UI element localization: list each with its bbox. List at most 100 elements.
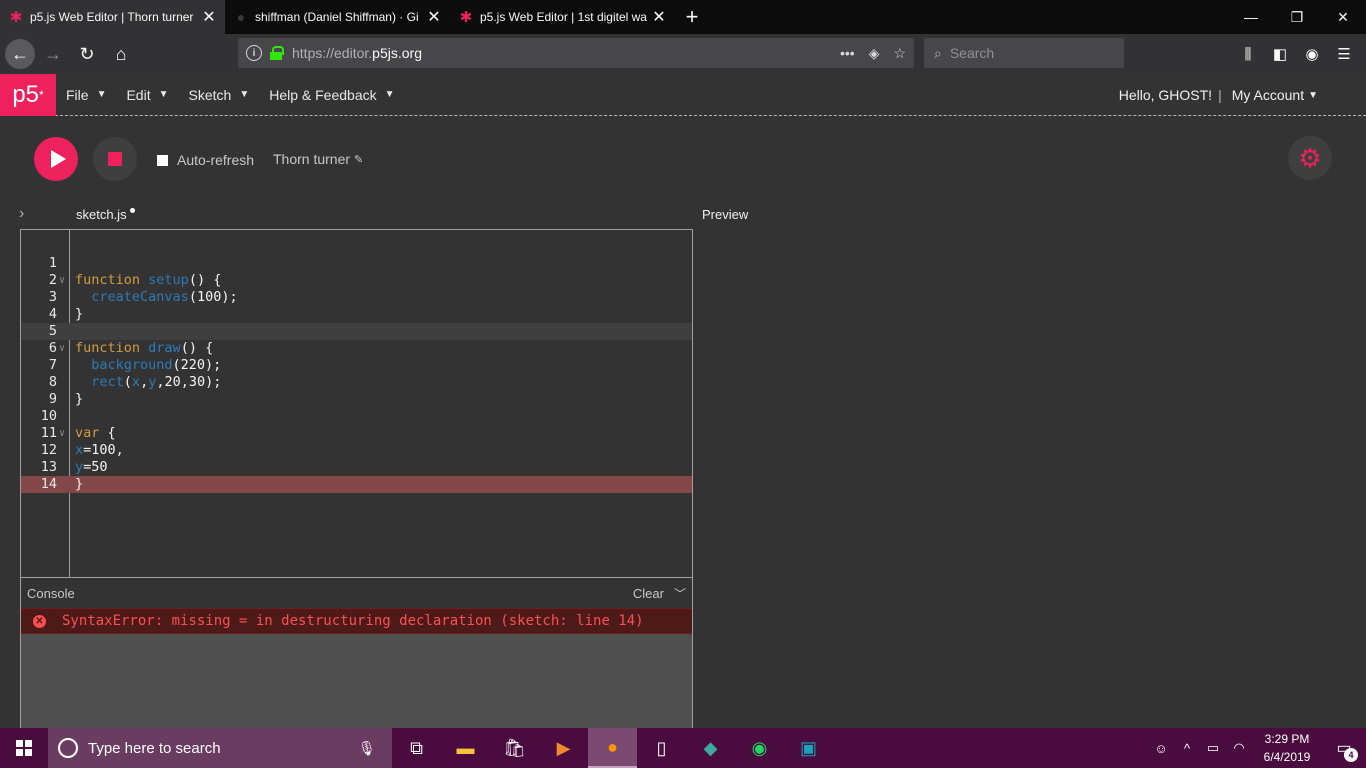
taskbar-search-input[interactable] bbox=[88, 739, 348, 757]
bookmark-star-icon[interactable]: ☆ bbox=[893, 45, 906, 62]
code-line[interactable]: 13 y=50 bbox=[21, 459, 692, 476]
browser-tab[interactable]: ✱ p5.js Web Editor | 1st digitel wa ✕ bbox=[450, 0, 675, 34]
p5-logo[interactable]: p5 * bbox=[0, 73, 56, 116]
line-number: 9 bbox=[48, 391, 57, 407]
spotify-icon[interactable]: ◉ bbox=[735, 728, 784, 768]
line-number: 6 bbox=[48, 340, 57, 356]
code-text: var { bbox=[75, 425, 116, 441]
auto-refresh-toggle[interactable]: Auto-refresh bbox=[157, 152, 254, 168]
auto-refresh-checkbox[interactable] bbox=[157, 154, 168, 166]
auto-refresh-label: Auto-refresh bbox=[177, 152, 255, 168]
code-text: function draw() { bbox=[75, 340, 214, 356]
code-line[interactable]: 1 bbox=[21, 255, 692, 272]
document-icon[interactable]: ▯ bbox=[637, 728, 686, 768]
start-button[interactable] bbox=[0, 728, 48, 768]
chevron-up-icon[interactable]: ^ bbox=[1174, 741, 1200, 756]
browser-search-bar[interactable]: ⌕ bbox=[924, 38, 1124, 68]
browser-tab[interactable]: ● shiffman (Daniel Shiffman) · Gi ✕ bbox=[225, 0, 450, 34]
code-line[interactable]: 4} bbox=[21, 306, 692, 323]
url-bar[interactable]: i https://editor.p5js.org ••• ◈ ☆ bbox=[238, 38, 914, 68]
home-button[interactable]: ⌂ bbox=[105, 38, 137, 70]
browser-tab[interactable]: ✱ p5.js Web Editor | Thorn turner ✕ bbox=[0, 0, 225, 34]
battery-icon[interactable]: ▭ bbox=[1200, 740, 1226, 756]
taskbar-search[interactable]: 🎙 bbox=[48, 728, 392, 768]
code-text: y=50 bbox=[75, 459, 108, 475]
caret-down-icon: ▼ bbox=[384, 89, 395, 100]
minimize-icon[interactable]: — bbox=[1228, 0, 1274, 34]
project-name[interactable]: Thorn turner ✎ bbox=[273, 151, 363, 167]
line-number: 10 bbox=[40, 408, 57, 424]
line-number: 5 bbox=[48, 323, 57, 339]
microphone-icon[interactable]: 🎙 bbox=[358, 740, 376, 757]
code-lines[interactable]: 1 2 ∨ function setup() {3 createCanvas(100)… bbox=[21, 255, 692, 493]
info-icon[interactable]: i bbox=[246, 45, 262, 61]
code-line[interactable]: 2 ∨ function setup() { bbox=[21, 272, 692, 289]
close-tab-icon[interactable]: ✕ bbox=[426, 9, 442, 26]
clock[interactable]: 3:29 PM 6/4/2019 bbox=[1252, 730, 1322, 766]
code-line[interactable]: 7 background(220); bbox=[21, 357, 692, 374]
fold-chevron-icon[interactable]: ∨ bbox=[59, 340, 65, 357]
restore-icon[interactable]: ❐ bbox=[1274, 0, 1320, 34]
file-tab[interactable]: sketch.js bbox=[76, 207, 135, 222]
new-tab-button[interactable]: + bbox=[675, 0, 709, 34]
stop-button[interactable] bbox=[93, 137, 137, 181]
code-line[interactable]: 8 rect(x,y,20,30); bbox=[21, 374, 692, 391]
menu-edit[interactable]: Edit ▼ bbox=[126, 87, 168, 103]
code-text: x=100, bbox=[75, 442, 124, 458]
fold-chevron-icon[interactable]: ∨ bbox=[59, 425, 65, 442]
cortana-icon bbox=[58, 738, 78, 758]
pocket-icon[interactable]: ◈ bbox=[869, 45, 880, 62]
my-account-menu[interactable]: My Account bbox=[1232, 87, 1304, 103]
code-line[interactable]: 3 createCanvas(100); bbox=[21, 289, 692, 306]
menu-help[interactable]: Help & Feedback ▼ bbox=[269, 87, 394, 103]
browser-toolbar-icons: ⫼ ◧ ◉ ☰ bbox=[1232, 38, 1360, 70]
people-icon[interactable]: ☺ bbox=[1148, 741, 1174, 756]
code-line[interactable]: 10 bbox=[21, 408, 692, 425]
collapse-console-icon[interactable]: ﹀ bbox=[674, 585, 686, 602]
media-player-icon[interactable]: ▶ bbox=[539, 728, 588, 768]
sidebar-icon[interactable]: ◧ bbox=[1264, 38, 1296, 70]
firefox-icon[interactable]: ● bbox=[588, 728, 637, 768]
close-tab-icon[interactable]: ✕ bbox=[201, 9, 217, 26]
menu-sketch[interactable]: Sketch ▼ bbox=[189, 87, 250, 103]
back-button[interactable]: ← bbox=[5, 39, 35, 69]
menu-file[interactable]: File ▼ bbox=[66, 87, 106, 103]
settings-button[interactable]: ⚙ bbox=[1288, 136, 1332, 180]
terminal-app-icon[interactable]: ▣ bbox=[784, 728, 833, 768]
code-line[interactable]: 14} bbox=[21, 476, 692, 493]
caret-down-icon: ▼ bbox=[158, 89, 169, 100]
console-clear-button[interactable]: Clear bbox=[633, 586, 664, 601]
fold-chevron-icon[interactable]: ∨ bbox=[59, 272, 65, 289]
forward-button[interactable]: → bbox=[37, 38, 69, 70]
expand-sidebar-icon[interactable]: › bbox=[19, 205, 24, 223]
code-line[interactable]: 12 x=100, bbox=[21, 442, 692, 459]
browser-search-input[interactable] bbox=[949, 45, 1100, 61]
code-text: background(220); bbox=[91, 357, 222, 373]
windows-logo-icon bbox=[16, 740, 32, 756]
hamburger-menu-icon[interactable]: ☰ bbox=[1328, 38, 1360, 70]
url-text: https://editor.p5js.org bbox=[292, 45, 422, 61]
library-icon[interactable]: ⫼ bbox=[1232, 38, 1264, 70]
store-icon[interactable]: 🛍 bbox=[490, 728, 539, 768]
line-number: 2 bbox=[48, 272, 57, 288]
account-icon[interactable]: ◉ bbox=[1296, 38, 1328, 70]
page-actions-icon[interactable]: ••• bbox=[840, 45, 855, 61]
reload-button[interactable]: ↻ bbox=[71, 38, 103, 70]
line-number: 11 bbox=[40, 425, 57, 441]
code-line[interactable]: 11 ∨ var { bbox=[21, 425, 692, 442]
app-icon[interactable]: ◆ bbox=[686, 728, 735, 768]
sketch-toolbar: Auto-refresh Thorn turner ✎ ⚙ bbox=[0, 117, 1366, 199]
wifi-icon[interactable]: ◠ bbox=[1226, 740, 1252, 756]
pencil-icon[interactable]: ✎ bbox=[354, 153, 363, 166]
line-number: 12 bbox=[40, 442, 57, 458]
file-explorer-icon[interactable]: ▬ bbox=[441, 728, 490, 768]
close-tab-icon[interactable]: ✕ bbox=[651, 9, 667, 26]
code-line[interactable]: 6 ∨ function draw() { bbox=[21, 340, 692, 357]
action-center-icon[interactable]: ▭ 4 bbox=[1322, 728, 1366, 768]
close-window-icon[interactable]: ✕ bbox=[1320, 0, 1366, 34]
task-view-icon[interactable]: ⧉ bbox=[392, 728, 441, 768]
code-editor[interactable]: 1 2 ∨ function setup() {3 createCanvas(100)… bbox=[20, 229, 693, 578]
play-button[interactable] bbox=[34, 137, 78, 181]
code-line[interactable]: 9} bbox=[21, 391, 692, 408]
code-line[interactable]: 5 bbox=[21, 323, 692, 340]
